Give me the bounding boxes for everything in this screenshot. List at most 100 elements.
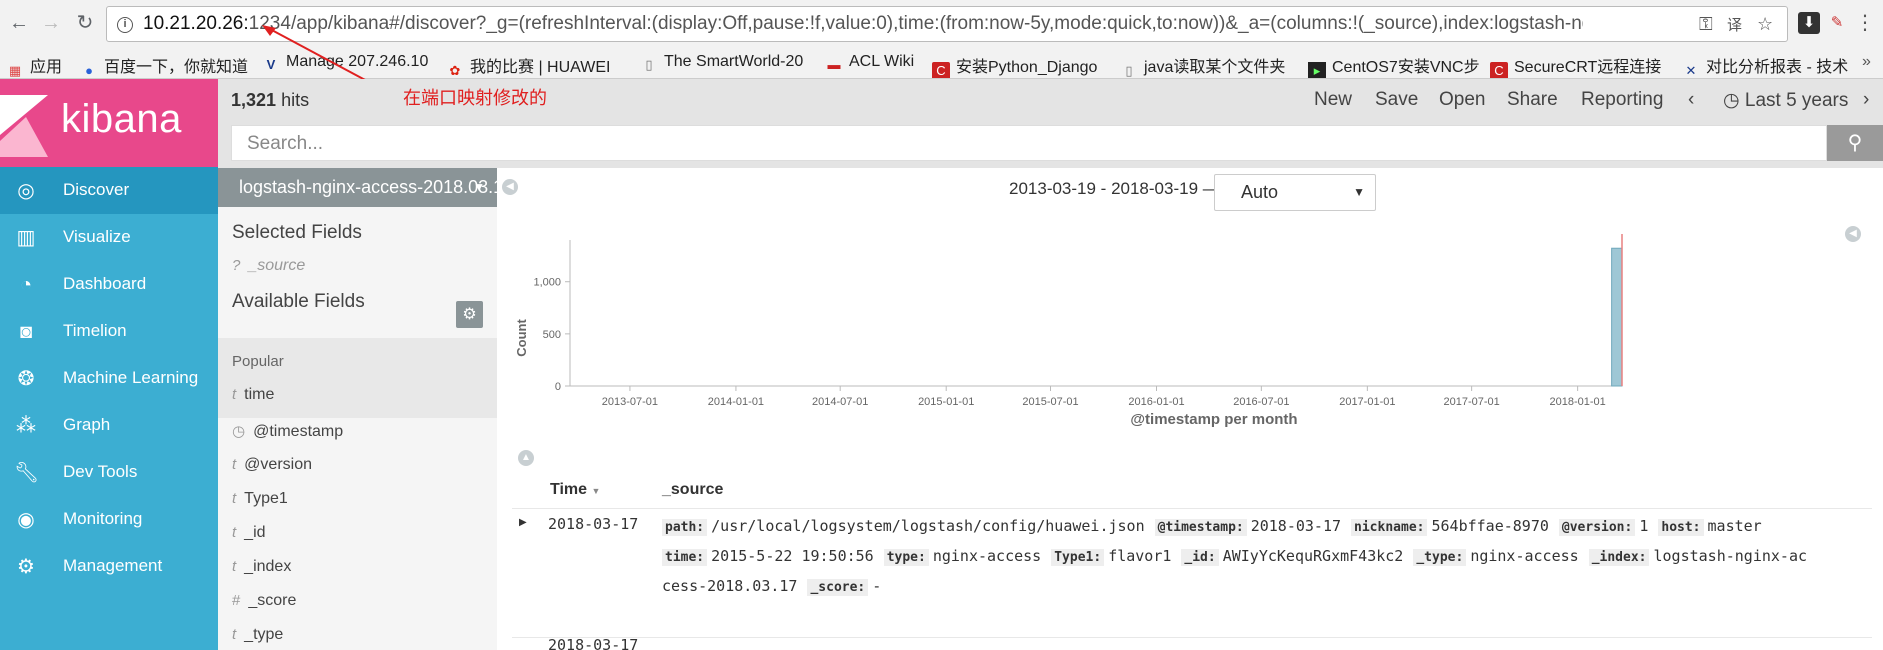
source-key: host: (1658, 519, 1704, 536)
source-value: 1 (1639, 517, 1649, 535)
source-key: _type: (1413, 549, 1467, 566)
x-tick-label: 2014-01-01 (708, 396, 764, 408)
field-score[interactable]: # _score (232, 592, 296, 610)
field-type-icon: t (232, 524, 237, 541)
eye-icon: ◉ (17, 509, 35, 531)
menu-new[interactable]: New (1314, 89, 1352, 111)
field-type[interactable]: t _type (232, 626, 283, 644)
index-pattern-label: logstash-nginx-access-2018.03.17 (239, 177, 497, 197)
x-tick-label: 2015-07-01 (1022, 396, 1078, 408)
nav-monitoring[interactable]: ◉ Monitoring (0, 496, 218, 543)
source-value: 2018-03-17 (1250, 517, 1342, 535)
kibana-sidebar: kibana ◎ Discover ▥ Visualize ◔ Dashboar… (0, 79, 218, 650)
nav-management-label: Management (63, 556, 163, 575)
x-tick-label: 2018-01-01 (1549, 396, 1605, 408)
menu-share[interactable]: Share (1507, 89, 1558, 111)
menu-reporting[interactable]: Reporting (1581, 89, 1663, 111)
x-tick-label: 2017-01-01 (1339, 396, 1395, 408)
x-tick-label: 2016-07-01 (1233, 396, 1289, 408)
nav-machine-learning[interactable]: ❂ Machine Learning (0, 355, 218, 402)
x-tick-label: 2017-07-01 (1443, 396, 1499, 408)
source-value: cess-2018.03.17 (662, 577, 798, 595)
field-id[interactable]: t _id (232, 524, 266, 542)
collapse-table-icon[interactable]: ▲ (518, 450, 534, 466)
histogram-chart: 2013-07-01 2014-01-01 2014-07-01 2015-01-01… (514, 234, 1623, 428)
field-type-icon: t (232, 456, 237, 473)
caret-down-icon: ▼ (1353, 185, 1365, 199)
x-tick-label: 2015-01-01 (918, 396, 974, 408)
source-value: nginx-access (1470, 547, 1579, 565)
menu-open[interactable]: Open (1439, 89, 1485, 111)
interval-value: Auto (1241, 182, 1279, 202)
x-tick-label: 2013-07-01 (602, 396, 658, 408)
nav-monitoring-label: Monitoring (63, 509, 143, 528)
search-button[interactable]: ⚲ (1827, 125, 1883, 161)
expand-row-icon[interactable]: ▶ (519, 517, 527, 528)
time-next-icon[interactable]: › (1863, 89, 1869, 111)
nav-discover-label: Discover (63, 180, 130, 199)
timelion-icon: ◙ (19, 321, 33, 343)
nav-dev-tools[interactable]: 🔧︎ Dev Tools (0, 449, 218, 496)
x-tick-label: 2016-01-01 (1128, 396, 1184, 408)
field-source[interactable]: ? _source (232, 257, 305, 275)
nav-discover[interactable]: ◎ Discover (0, 167, 218, 214)
nav-timelion-label: Timelion (63, 321, 127, 340)
field-settings-gear-icon[interactable]: ⚙ (456, 301, 483, 328)
interval-select[interactable]: Auto ▼ (1214, 174, 1376, 211)
source-key: @timestamp: (1154, 519, 1247, 536)
kibana-k-icon (0, 95, 48, 157)
source-key: path: (662, 519, 708, 536)
field-sidebar: logstash-nginx-access-2018.03.17 ▼ Select… (218, 168, 497, 650)
search-input[interactable]: Search... (231, 125, 1827, 161)
column-header-source[interactable]: _source (662, 481, 723, 499)
column-header-time[interactable]: Time ▼ (550, 481, 600, 499)
nav-visualize[interactable]: ▥ Visualize (0, 214, 218, 261)
field-version[interactable]: t @version (232, 456, 312, 474)
popular-section (218, 338, 497, 418)
nav-dashboard[interactable]: ◔ Dashboard (0, 261, 218, 308)
nav-dashboard-label: Dashboard (63, 274, 147, 293)
y-tick-label: 0 (555, 381, 561, 393)
bar-chart-icon: ▥ (16, 227, 36, 249)
discover-main: ◀ 2013-03-19 - 2018-03-19 — Auto ▼ ◀ 2013… (497, 168, 1883, 650)
source-key: type: (883, 549, 929, 566)
field-type1[interactable]: t Type1 (232, 490, 288, 508)
index-pattern-select[interactable]: logstash-nginx-access-2018.03.17 ▼ (218, 168, 497, 207)
search-placeholder: Search... (247, 133, 324, 154)
next-row-time: 2018-03-17 (548, 638, 639, 650)
nav-timelion[interactable]: ◙ Timelion (0, 308, 218, 355)
nav-devtools-label: Dev Tools (63, 462, 138, 481)
source-value: - (872, 577, 882, 595)
field-index[interactable]: t _index (232, 558, 291, 576)
menu-save[interactable]: Save (1375, 89, 1418, 111)
nav-graph[interactable]: ⁂ Graph (0, 402, 218, 449)
source-key: nickname: (1351, 519, 1428, 536)
time-label: Last 5 years (1744, 90, 1849, 111)
collapse-sidebar-icon[interactable]: ◀ (502, 179, 518, 195)
hits-count: 1,321 hits (231, 90, 310, 110)
nav-graph-label: Graph (63, 415, 111, 434)
source-key: @version: (1558, 519, 1636, 536)
field-type-icon: t (232, 386, 237, 403)
field-type-icon: t (232, 558, 237, 575)
source-value: master (1707, 517, 1762, 535)
table-row[interactable]: ▶ 2018-03-17 path:/usr/local/logsystem/l… (512, 508, 1872, 638)
kibana-logo[interactable]: kibana (0, 79, 218, 167)
x-axis-label: @timestamp per month (1130, 411, 1297, 428)
source-line-1: path:/usr/local/logsystem/logstash/confi… (662, 511, 1772, 543)
annotation-note: 在端口映射修改的 (403, 88, 547, 108)
wrench-icon: 🔧︎ (14, 462, 40, 484)
time-prev-icon[interactable]: ‹ (1688, 89, 1694, 111)
y-tick-label: 1,000 (533, 277, 561, 289)
sort-desc-icon[interactable]: ▼ (592, 486, 601, 496)
nav-management[interactable]: ⚙ Management (0, 543, 218, 590)
time-picker[interactable]: ◷ Last 5 years (1723, 89, 1848, 112)
field-type-icon: t (232, 626, 237, 643)
x-tick-label: 2014-07-01 (812, 396, 868, 408)
available-fields-title: Available Fields (232, 291, 365, 312)
source-key: _index: (1588, 549, 1650, 566)
source-value: /usr/local/logsystem/logstash/config/hua… (711, 517, 1145, 535)
gauge-icon: ◔ (19, 274, 33, 296)
field-time[interactable]: t time (232, 386, 274, 404)
field-timestamp[interactable]: ◷ @timestamp (232, 422, 343, 441)
